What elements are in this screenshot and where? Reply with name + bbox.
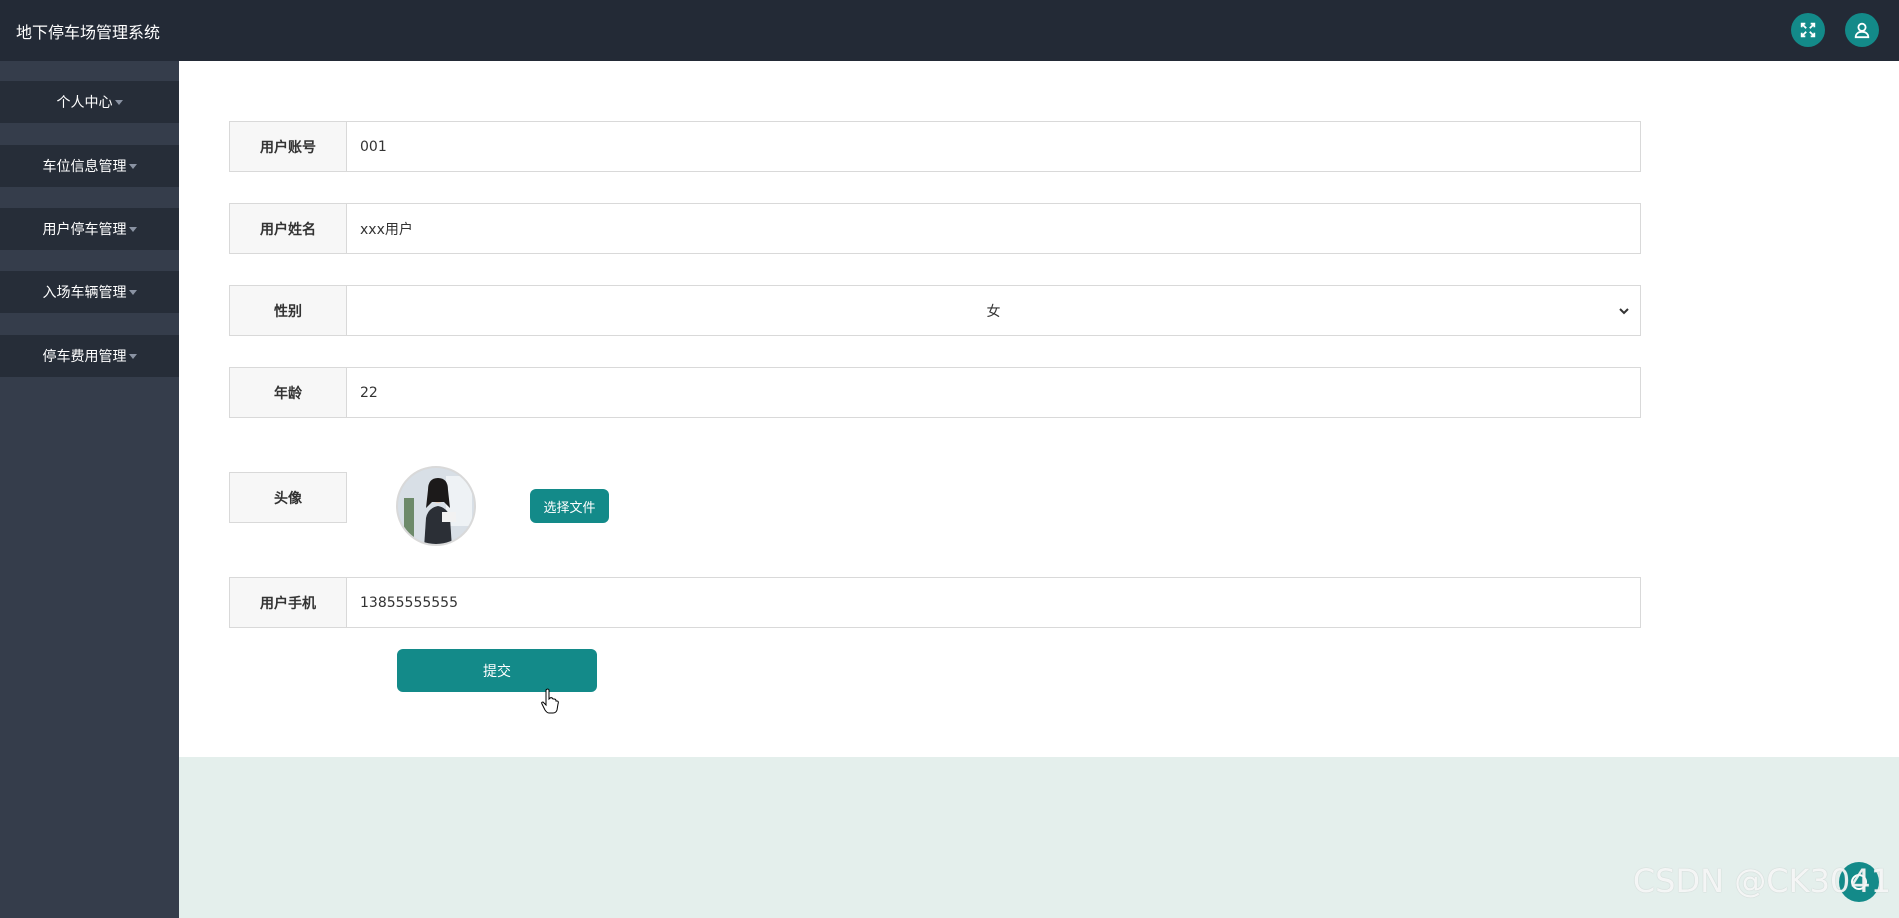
gender-select[interactable]: 女: [346, 285, 1641, 336]
age-label: 年龄: [229, 367, 347, 418]
account-label: 用户账号: [229, 121, 347, 172]
sidebar-item-parking-space[interactable]: 车位信息管理: [0, 145, 179, 187]
watermark: CSDN @CK3041: [1632, 862, 1891, 900]
sidebar-item-label: 停车费用管理: [42, 349, 127, 365]
sidebar-item-label: 车位信息管理: [42, 159, 127, 175]
hand-cursor-icon: [541, 688, 559, 714]
avatar: [396, 466, 476, 546]
top-bar: 地下停车场管理系统: [0, 0, 1899, 61]
account-input[interactable]: 001: [346, 121, 1641, 172]
caret-down-icon: [128, 163, 137, 169]
submit-button[interactable]: 提交: [397, 649, 597, 692]
sidebar: 个人中心 车位信息管理 用户停车管理 入场车辆管理 停车费用管理: [0, 61, 179, 918]
avatar-label: 头像: [229, 472, 347, 523]
fullscreen-icon: [1800, 22, 1816, 38]
phone-label: 用户手机: [229, 577, 347, 628]
sidebar-item-parking-fee[interactable]: 停车费用管理: [0, 335, 179, 377]
sidebar-item-vehicle-entry[interactable]: 入场车辆管理: [0, 271, 179, 313]
sidebar-item-label: 用户停车管理: [42, 222, 127, 238]
sidebar-item-label: 入场车辆管理: [42, 285, 127, 301]
gender-label: 性别: [229, 285, 347, 336]
age-input[interactable]: 22: [346, 367, 1641, 418]
user-icon: [1854, 22, 1870, 39]
caret-down-icon: [114, 99, 123, 105]
app-title: 地下停车场管理系统: [16, 23, 161, 42]
sidebar-item-personal-center[interactable]: 个人中心: [0, 81, 179, 123]
caret-down-icon: [128, 289, 137, 295]
caret-down-icon: [128, 226, 137, 232]
name-label: 用户姓名: [229, 203, 347, 254]
user-menu-button[interactable]: [1845, 13, 1879, 47]
phone-input[interactable]: 13855555555: [346, 577, 1641, 628]
choose-file-button[interactable]: 选择文件: [530, 489, 609, 523]
caret-down-icon: [128, 353, 137, 359]
gender-selected-value: 女: [986, 303, 1001, 320]
sidebar-item-label: 个人中心: [56, 95, 113, 111]
sidebar-item-user-parking[interactable]: 用户停车管理: [0, 208, 179, 250]
chevron-down-icon: [1619, 308, 1629, 315]
name-input[interactable]: xxx用户: [346, 203, 1641, 254]
fullscreen-button[interactable]: [1791, 13, 1825, 47]
